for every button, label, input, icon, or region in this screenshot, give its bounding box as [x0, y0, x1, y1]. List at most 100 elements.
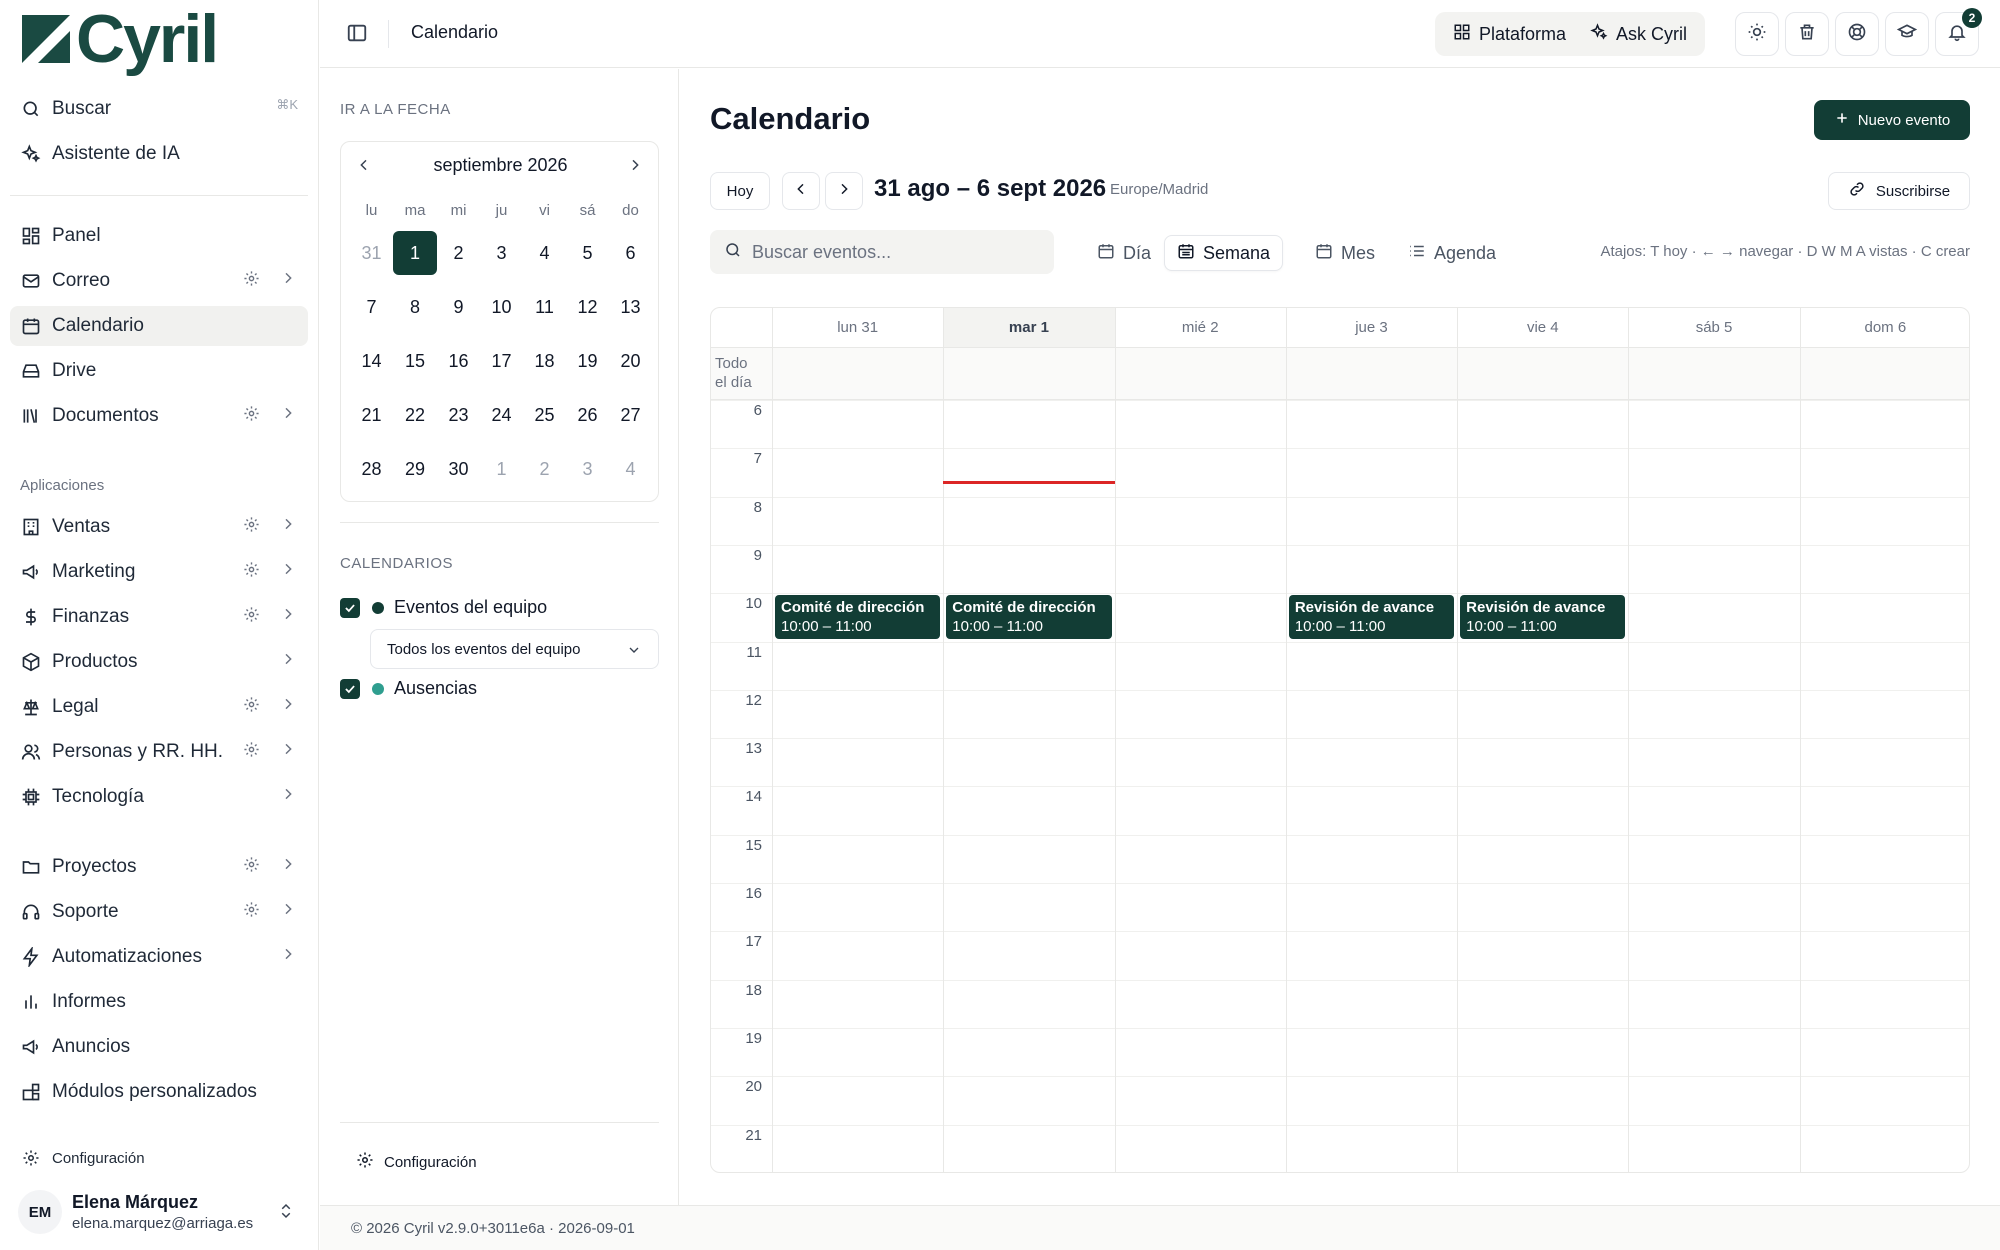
sidebar-item-marketing[interactable]: Marketing: [10, 552, 308, 592]
day-header[interactable]: dom 6: [1799, 308, 1969, 348]
calendar-event[interactable]: Revisión de avance 10:00 – 11:00: [1288, 595, 1455, 640]
mini-calendar-day[interactable]: 22: [393, 388, 437, 442]
mini-calendar-day[interactable]: 24: [480, 388, 523, 442]
gear-icon[interactable]: [243, 561, 260, 584]
logo[interactable]: Cyril: [20, 5, 219, 73]
platform-button[interactable]: Plataforma: [1441, 16, 1578, 52]
gear-icon[interactable]: [243, 270, 260, 293]
view-tab-day[interactable]: Día: [1085, 235, 1163, 271]
mini-calendar-day[interactable]: 21: [350, 388, 393, 442]
gear-icon[interactable]: [243, 516, 260, 539]
mini-calendar-day[interactable]: 31: [350, 226, 393, 280]
chevron-right-icon[interactable]: [622, 152, 648, 178]
sidebar-item-personas-y-rr-hh[interactable]: Personas y RR. HH.: [10, 732, 308, 772]
mini-calendar-day[interactable]: 17: [480, 334, 523, 388]
chevron-right-icon[interactable]: [280, 405, 296, 427]
chevron-right-icon[interactable]: [280, 786, 296, 808]
gear-icon[interactable]: [243, 741, 260, 764]
mini-calendar-day[interactable]: 3: [566, 442, 609, 496]
chevron-right-icon[interactable]: [280, 856, 296, 878]
gear-icon[interactable]: [243, 856, 260, 879]
ask-cyril-button[interactable]: Ask Cyril: [1578, 16, 1699, 52]
sidebar-item-anuncios[interactable]: Anuncios: [10, 1027, 308, 1067]
gear-icon[interactable]: [243, 901, 260, 924]
day-header[interactable]: lun 31: [772, 308, 944, 348]
chevron-right-icon[interactable]: [280, 606, 296, 628]
view-tab-agenda[interactable]: Agenda: [1396, 235, 1508, 271]
sidebar-item-finanzas[interactable]: Finanzas: [10, 597, 308, 637]
sidebar-item-automatizaciones[interactable]: Automatizaciones: [10, 937, 308, 977]
mini-calendar-day[interactable]: 14: [350, 334, 393, 388]
sidebar-item-ventas[interactable]: Ventas: [10, 507, 308, 547]
sidebar-item-modulos-personalizados[interactable]: Módulos personalizados: [10, 1072, 308, 1112]
chevron-right-icon[interactable]: [280, 561, 296, 583]
mini-calendar-day[interactable]: 2: [437, 226, 480, 280]
mini-calendar-day[interactable]: 11: [523, 280, 566, 334]
sidebar-item-calendario[interactable]: Calendario: [10, 306, 308, 346]
mini-calendar-day[interactable]: 20: [609, 334, 652, 388]
mini-calendar-day[interactable]: 9: [437, 280, 480, 334]
gear-icon[interactable]: [243, 696, 260, 719]
mini-calendar-day[interactable]: 18: [523, 334, 566, 388]
academy-button[interactable]: [1885, 12, 1929, 56]
ai-assistant-button[interactable]: Asistente de IA: [10, 134, 308, 174]
subscribe-button[interactable]: Suscribirse: [1828, 172, 1970, 210]
help-button[interactable]: [1835, 12, 1879, 56]
mini-calendar-day[interactable]: 28: [350, 442, 393, 496]
mini-calendar-day[interactable]: 26: [566, 388, 609, 442]
event-search-input[interactable]: Buscar eventos...: [710, 230, 1054, 274]
gear-icon[interactable]: [243, 606, 260, 629]
sidebar-item-informes[interactable]: Informes: [10, 982, 308, 1022]
prev-week-button[interactable]: [782, 172, 820, 210]
sidebar-item-soporte[interactable]: Soporte: [10, 892, 308, 932]
sidebar-item-drive[interactable]: Drive: [10, 351, 308, 391]
mini-calendar-day[interactable]: 15: [393, 334, 437, 388]
sidebar-item-documentos[interactable]: Documentos: [10, 396, 308, 436]
day-header-today[interactable]: mar 1: [943, 308, 1115, 348]
day-header[interactable]: vie 4: [1457, 308, 1629, 348]
mini-calendar-day[interactable]: 4: [523, 226, 566, 280]
chevron-right-icon[interactable]: [280, 741, 296, 763]
trash-button[interactable]: [1785, 12, 1829, 56]
today-button[interactable]: Hoy: [710, 172, 770, 210]
mini-calendar-day[interactable]: 6: [609, 226, 652, 280]
mini-calendar-day[interactable]: 30: [437, 442, 480, 496]
chevron-right-icon[interactable]: [280, 696, 296, 718]
view-tab-week[interactable]: Semana: [1164, 235, 1284, 271]
checkbox-checked[interactable]: [340, 597, 360, 618]
mini-calendar-day[interactable]: 19: [566, 334, 609, 388]
mini-calendar-day[interactable]: 4: [609, 442, 652, 496]
next-week-button[interactable]: [825, 172, 863, 210]
mini-calendar-day[interactable]: 29: [393, 442, 437, 496]
sidebar-item-panel[interactable]: Panel: [10, 216, 308, 256]
calendar-toggle-absences[interactable]: Ausencias: [340, 678, 477, 699]
new-event-button[interactable]: Nuevo evento: [1814, 100, 1970, 140]
gear-icon[interactable]: [243, 405, 260, 428]
mini-calendar-day[interactable]: 8: [393, 280, 437, 334]
mini-calendar-day[interactable]: 27: [609, 388, 652, 442]
mini-calendar-day[interactable]: 5: [566, 226, 609, 280]
user-menu[interactable]: EM Elena Márquez elena.marquez@arriaga.e…: [18, 1188, 303, 1236]
chevron-right-icon[interactable]: [280, 516, 296, 538]
chevron-right-icon[interactable]: [280, 901, 296, 923]
mini-calendar-day[interactable]: 12: [566, 280, 609, 334]
calendar-event[interactable]: Comité de dirección 10:00 – 11:00: [775, 595, 941, 640]
mini-calendar-day[interactable]: 3: [480, 226, 523, 280]
mini-calendar-day[interactable]: 25: [523, 388, 566, 442]
search-button[interactable]: Buscar ⌘K: [10, 89, 308, 129]
sidebar-toggle-icon[interactable]: [346, 22, 370, 46]
day-header[interactable]: mié 2: [1114, 308, 1286, 348]
calendar-settings-button[interactable]: Configuración: [356, 1151, 477, 1173]
calendar-toggle-team[interactable]: Eventos del equipo: [340, 597, 547, 618]
mini-calendar-day[interactable]: 1: [480, 442, 523, 496]
checkbox-checked[interactable]: [340, 678, 360, 699]
sidebar-item-correo[interactable]: Correo: [10, 261, 308, 301]
mini-calendar-day[interactable]: 16: [437, 334, 480, 388]
calendar-event[interactable]: Comité de dirección 10:00 – 11:00: [946, 595, 1112, 640]
view-tab-month[interactable]: Mes: [1303, 235, 1387, 271]
all-day-row[interactable]: [711, 348, 1969, 400]
calendar-event[interactable]: Revisión de avance 10:00 – 11:00: [1460, 595, 1626, 640]
chevron-left-icon[interactable]: [351, 152, 377, 178]
sidebar-item-legal[interactable]: Legal: [10, 687, 308, 727]
chevron-right-icon[interactable]: [280, 651, 296, 673]
